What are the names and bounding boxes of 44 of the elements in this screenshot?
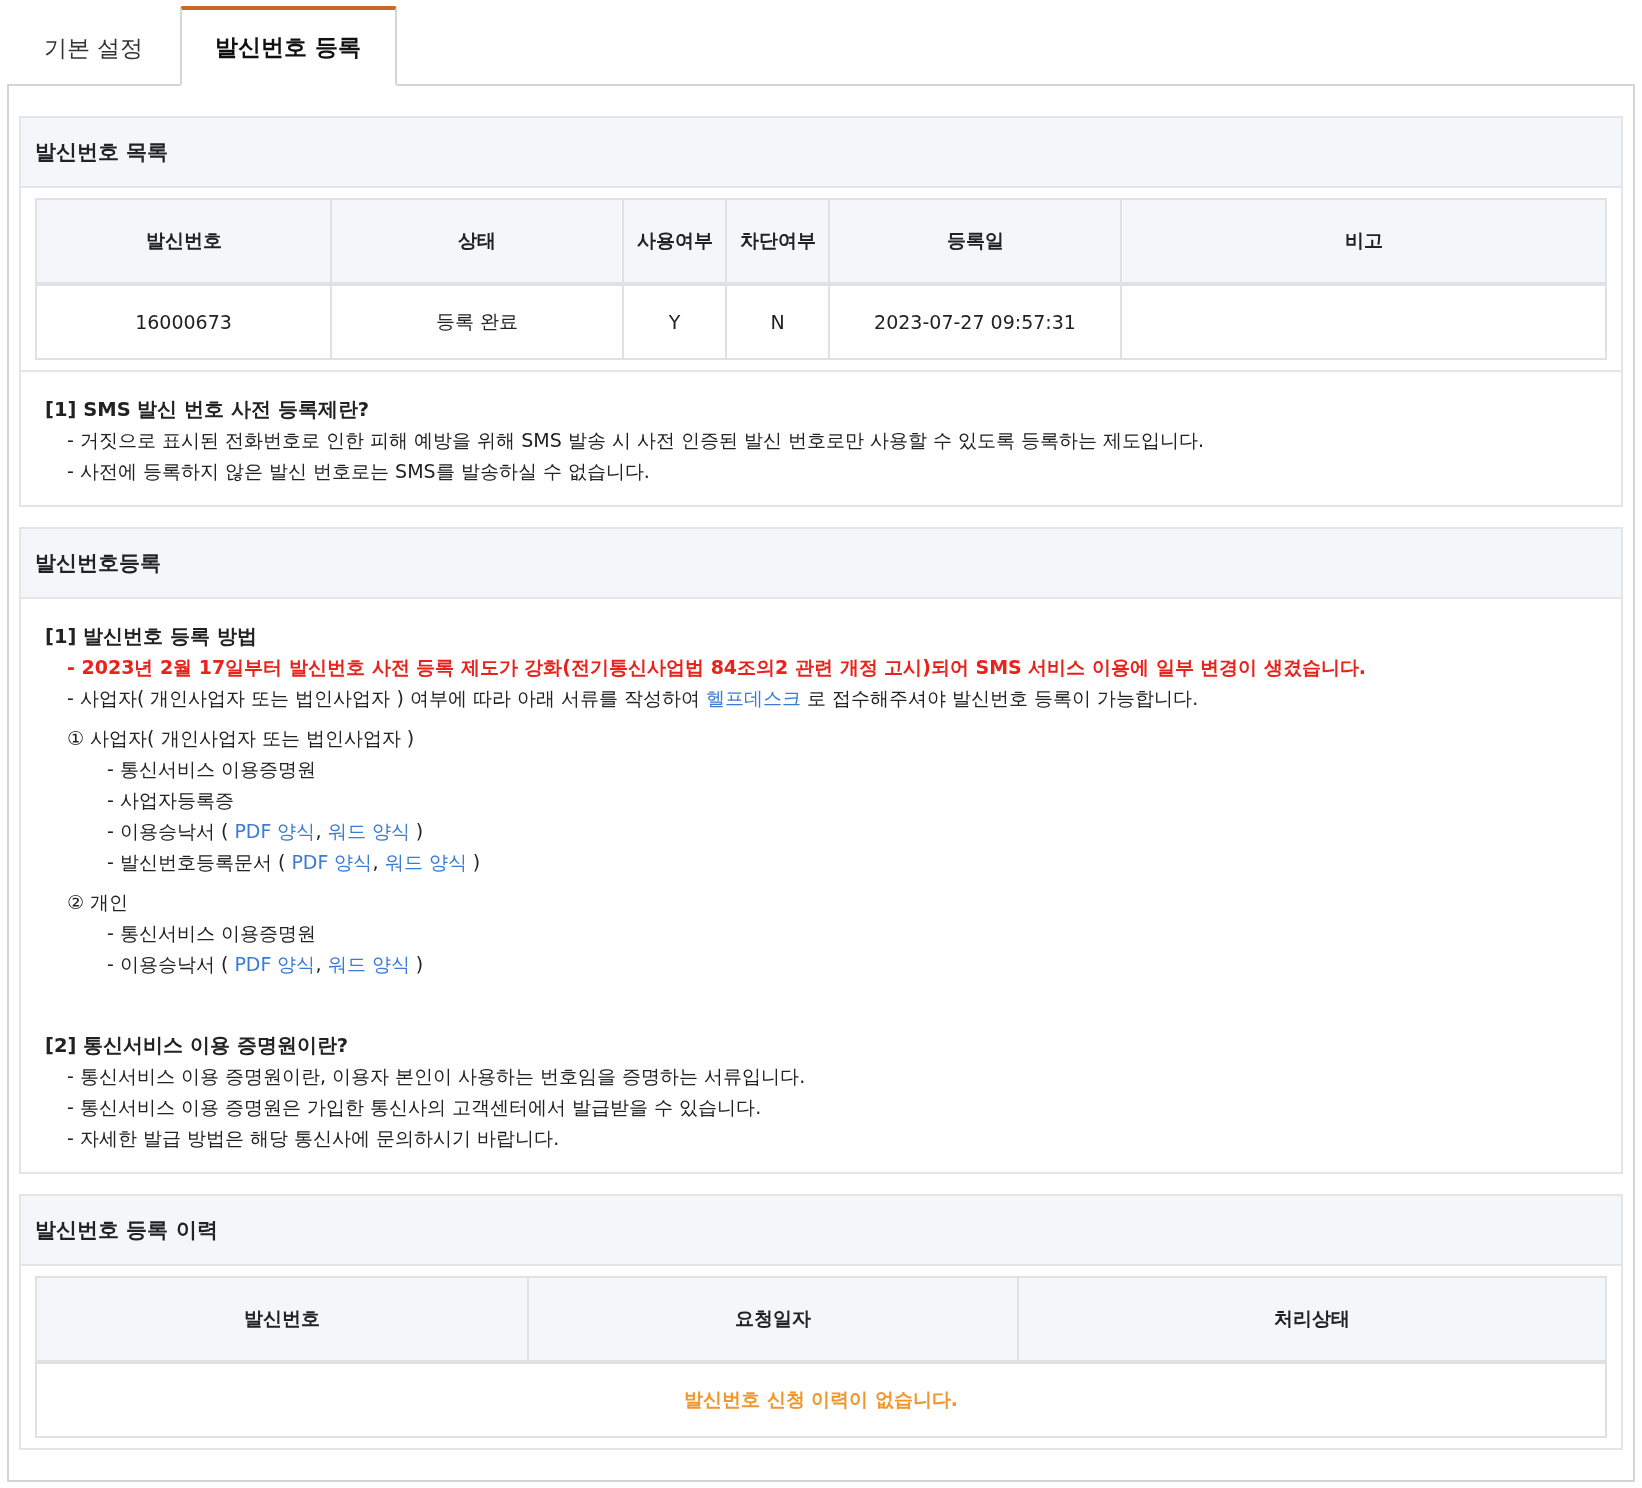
info-text: - 2023년 2월 17일부터 발신번호 사전 등록 제도가 강화(전기통신사업법 84조의2 관련 개정 고시)되어 SMS 서비스 이용에 일부 변경이 생겼습니다. — [66, 655, 1367, 680]
info-heading: [2] 통신서비스 이용 증명원이란? — [45, 1033, 350, 1059]
document-item: - 발신번호등록문서 ( PDF 양식, 워드 양식 ) — [106, 850, 482, 875]
link[interactable]: 워드 양식 — [327, 820, 410, 842]
group-title: ① 사업자( 개인사업자 또는 법인사업자 ) — [66, 726, 416, 751]
section-title: 발신번호등록 — [35, 550, 161, 577]
document-item: - 이용승낙서 ( PDF 양식, 워드 양식 ) — [106, 952, 425, 977]
column-header: 처리상태 — [1018, 1277, 1606, 1362]
column-header: 발신번호 — [36, 1277, 528, 1362]
group-title: ② 개인 — [66, 890, 130, 915]
link[interactable]: PDF 양식 — [234, 820, 316, 842]
empty-message: 발신번호 신청 이력이 없습니다. — [36, 1362, 1606, 1437]
info-text: - 통신서비스 이용 증명원이란, 이용자 본인이 사용하는 번호임을 증명하는 서류입니다. — [66, 1064, 807, 1089]
link[interactable]: 헬프데스크 — [706, 687, 802, 709]
info-text: - 사전에 등록하지 않은 발신 번호로는 SMS를 발송하실 수 없습니다. — [66, 459, 651, 484]
column-header: 사용여부 — [623, 199, 726, 284]
table-cell: 2023-07-27 09:57:31 — [829, 284, 1121, 359]
column-header: 비고 — [1121, 199, 1606, 284]
column-header: 상태 — [331, 199, 623, 284]
info-text: - 자세한 발급 방법은 해당 통신사에 문의하시기 바랍니다. — [66, 1126, 561, 1151]
table-cell: N — [726, 284, 829, 359]
column-header: 요청일자 — [528, 1277, 1018, 1362]
table-cell: Y — [623, 284, 726, 359]
column-header: 등록일 — [829, 199, 1121, 284]
info-text: - 거짓으로 표시된 전화번호로 인한 피해 예방을 위해 SMS 발송 시 사전 인증된 발신 번호로만 사용할 수 있도록 등록하는 제도입니다. — [66, 428, 1206, 453]
link[interactable]: 워드 양식 — [384, 851, 467, 873]
info-heading: [1] SMS 발신 번호 사전 등록제란? — [45, 397, 371, 423]
document-item: - 사업자등록증 — [106, 788, 235, 813]
table-cell: 16000673 — [36, 284, 331, 359]
info-text: - 사업자( 개인사업자 또는 법인사업자 ) 여부에 따라 아래 서류를 작성하여 헬프데스크 로 접수해주셔야 발신번호 등록이 가능합니다. — [66, 686, 1200, 711]
document-item: - 이용승낙서 ( PDF 양식, 워드 양식 ) — [106, 819, 425, 844]
info-heading: [1] 발신번호 등록 방법 — [45, 624, 258, 650]
link[interactable]: 워드 양식 — [327, 953, 410, 975]
section-title: 발신번호 등록 이력 — [35, 1217, 218, 1244]
tab[interactable]: 발신번호 등록 — [180, 6, 397, 86]
document-item: - 통신서비스 이용증명원 — [106, 921, 317, 946]
section-title: 발신번호 목록 — [35, 139, 169, 166]
link[interactable]: PDF 양식 — [234, 953, 316, 975]
table-cell: 등록 완료 — [331, 284, 623, 359]
document-item: - 통신서비스 이용증명원 — [106, 757, 317, 782]
column-header: 발신번호 — [36, 199, 331, 284]
link[interactable]: PDF 양식 — [291, 851, 373, 873]
column-header: 차단여부 — [726, 199, 829, 284]
info-text: - 통신서비스 이용 증명원은 가입한 통신사의 고객센터에서 발급받을 수 있습니다. — [66, 1095, 763, 1120]
